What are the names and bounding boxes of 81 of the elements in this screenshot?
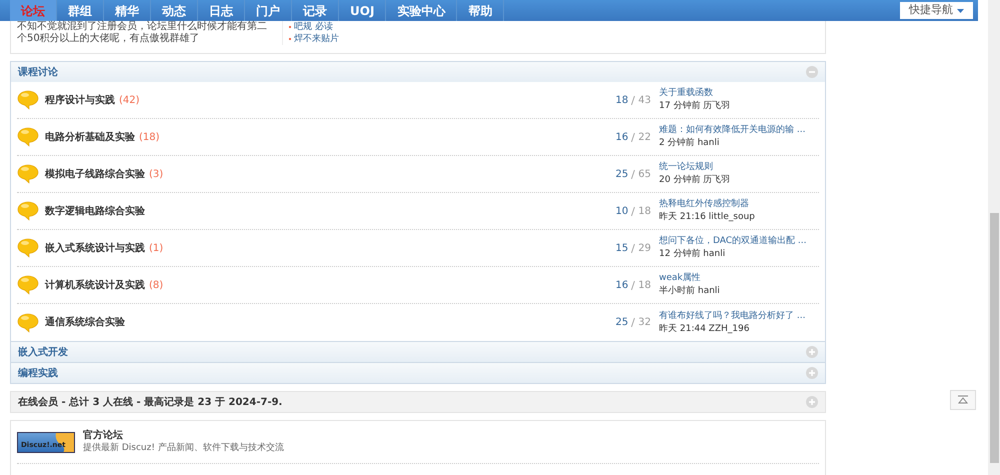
sidebar-link[interactable]: 吧规 必读 [294,21,333,33]
forum-new-count: (3) [149,168,164,182]
nav-tab[interactable]: 精华 [104,0,151,21]
post-count: 18 [638,204,651,218]
speech-bubble-icon [17,201,39,221]
slash-separator-icon [631,170,636,178]
slash-separator-icon [631,96,636,104]
up-icon [957,395,969,405]
thread-count: 16 [616,130,628,144]
last-post-title[interactable]: 有谁布好线了吗？我电路分析好了 ... [659,310,806,322]
last-post-meta: 12 分钟前 hanli [659,248,726,261]
collapse-icon[interactable] [806,66,818,78]
forum-new-count: (18) [139,130,160,144]
forum-name[interactable]: 数字逻辑电路综合实验 [45,204,145,218]
last-post-title[interactable]: 关于重载函数 [659,87,713,100]
quick-nav-button[interactable]: 快捷导航 [900,2,973,19]
last-post-meta: 半小时前 hanli [659,285,721,298]
nav-tab[interactable]: 帮助 [457,0,504,21]
thread-count: 15 [616,242,628,256]
speech-bubble-icon [17,164,39,184]
forum-name[interactable]: 嵌入式系统设计与实践 [45,240,145,256]
speech-bubble-icon [17,238,39,258]
category-title[interactable]: 编程实践 [18,366,58,380]
post-count: 65 [638,168,651,182]
thread-count: 16 [616,278,628,292]
forum-name[interactable]: 程序设计与实践 [45,92,115,108]
link-title[interactable]: 官方论坛 [83,429,284,442]
expand-icon[interactable] [806,346,818,358]
last-post-meta: 20 分钟前 历飞羽 [659,174,732,187]
last-post-title[interactable]: 难题：如何有效降低开关电源的输 ... [659,124,806,137]
expand-icon[interactable] [806,367,818,379]
post-count: 18 [638,278,651,292]
forum-name[interactable]: 计算机系统设计及实践 [45,278,145,292]
last-post-title[interactable]: 热释电红外传感控制器 [659,198,749,211]
last-post-title[interactable]: 统一论坛规则 [659,161,713,174]
slash-separator-icon [631,132,636,142]
thread-count: 25 [616,168,628,182]
last-post-title[interactable]: weak属性 [659,272,701,285]
nav-tab[interactable]: 实验中心 [386,0,458,21]
post-count: 22 [638,130,651,144]
thread-count: 25 [616,316,628,330]
last-post-meta: 昨天 21:44 ZZH_196 [659,322,750,336]
speech-bubble-icon [17,312,39,332]
forum-new-count: (8) [149,278,164,292]
slash-separator-icon [631,318,636,327]
scrollbar[interactable] [988,0,1000,475]
nav-tab[interactable]: 日志 [198,0,245,21]
post-count: 32 [638,316,651,330]
last-post-meta: 2 分钟前 hanli [659,137,720,150]
forum-new-count: (1) [149,242,164,256]
speech-bubble-icon [17,127,39,147]
caret-icon [957,8,964,12]
nav-tab[interactable]: 群组 [57,0,104,21]
thread-count: 10 [616,204,628,218]
intro-text: 不知不觉就混到了注册会员，论坛里什么时候才能有第二个50积分以上的大佬呢，有点傲视群雄了 [17,21,268,45]
forum-name[interactable]: 通信系统综合实验 [45,315,125,330]
forum-name[interactable]: 模拟电子线路综合实验 [45,166,145,182]
last-post-title[interactable]: 想问下各位，DAC的双通道输出配 ... [659,235,806,248]
last-post-meta: 昨天 21:16 little_soup [659,211,756,224]
thread-count: 18 [616,94,628,108]
post-count: 29 [638,242,651,256]
slash-separator-icon [631,244,636,252]
sidebar-link[interactable]: 焊不来贴片 [294,33,339,45]
nav-tab[interactable]: UOJ [339,0,386,21]
slash-separator-icon [631,206,636,216]
forum-name[interactable]: 电路分析基础及实验 [45,130,135,144]
back-to-top-button[interactable] [950,390,976,410]
speech-bubble-icon [17,90,39,110]
speech-bubble-icon [17,275,39,295]
slash-separator-icon [631,280,636,290]
nav-tab[interactable]: 动态 [151,0,198,21]
category-title[interactable]: 嵌入式开发 [18,344,68,360]
category-title[interactable]: 课程讨论 [18,64,58,80]
expand-icon[interactable] [806,396,818,408]
forum-new-count: (42) [119,94,140,108]
link-description: 提供最新 Discuz! 产品新闻、软件下载与技术交流 [83,442,284,455]
last-post-meta: 17 分钟前 历飞羽 [659,100,732,113]
nav-tab[interactable]: 记录 [292,0,339,21]
post-count: 43 [638,94,651,108]
nav-tab[interactable]: 门户 [245,0,292,21]
online-summary: 在线会员 - 总计 3 人在线 - 最高记录是 23 于 2024-7-9. [18,395,282,410]
